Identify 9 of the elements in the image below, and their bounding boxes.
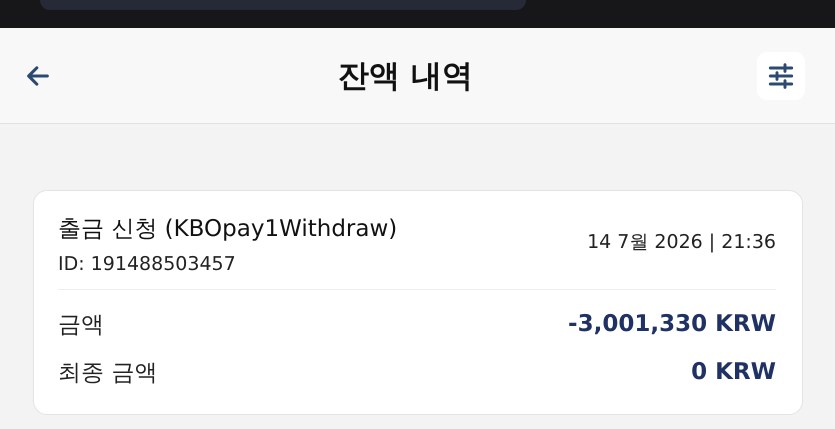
transaction-title: 출금 신청 (KBOpay1Withdraw) bbox=[58, 215, 398, 244]
filter-sliders-icon[interactable] bbox=[756, 52, 805, 100]
amount-label: 금액 bbox=[58, 310, 104, 340]
transaction-id: ID: 191488503457 bbox=[58, 253, 237, 275]
page-title: 잔액 내역 bbox=[338, 56, 473, 96]
amount-value: 0 KRW bbox=[691, 359, 776, 385]
amount-label: 최종 금액 bbox=[58, 358, 158, 388]
transaction-date: 14 7월 2026 | 21:36 bbox=[587, 230, 776, 255]
amount-value: -3,001,330 KRW bbox=[568, 311, 776, 337]
